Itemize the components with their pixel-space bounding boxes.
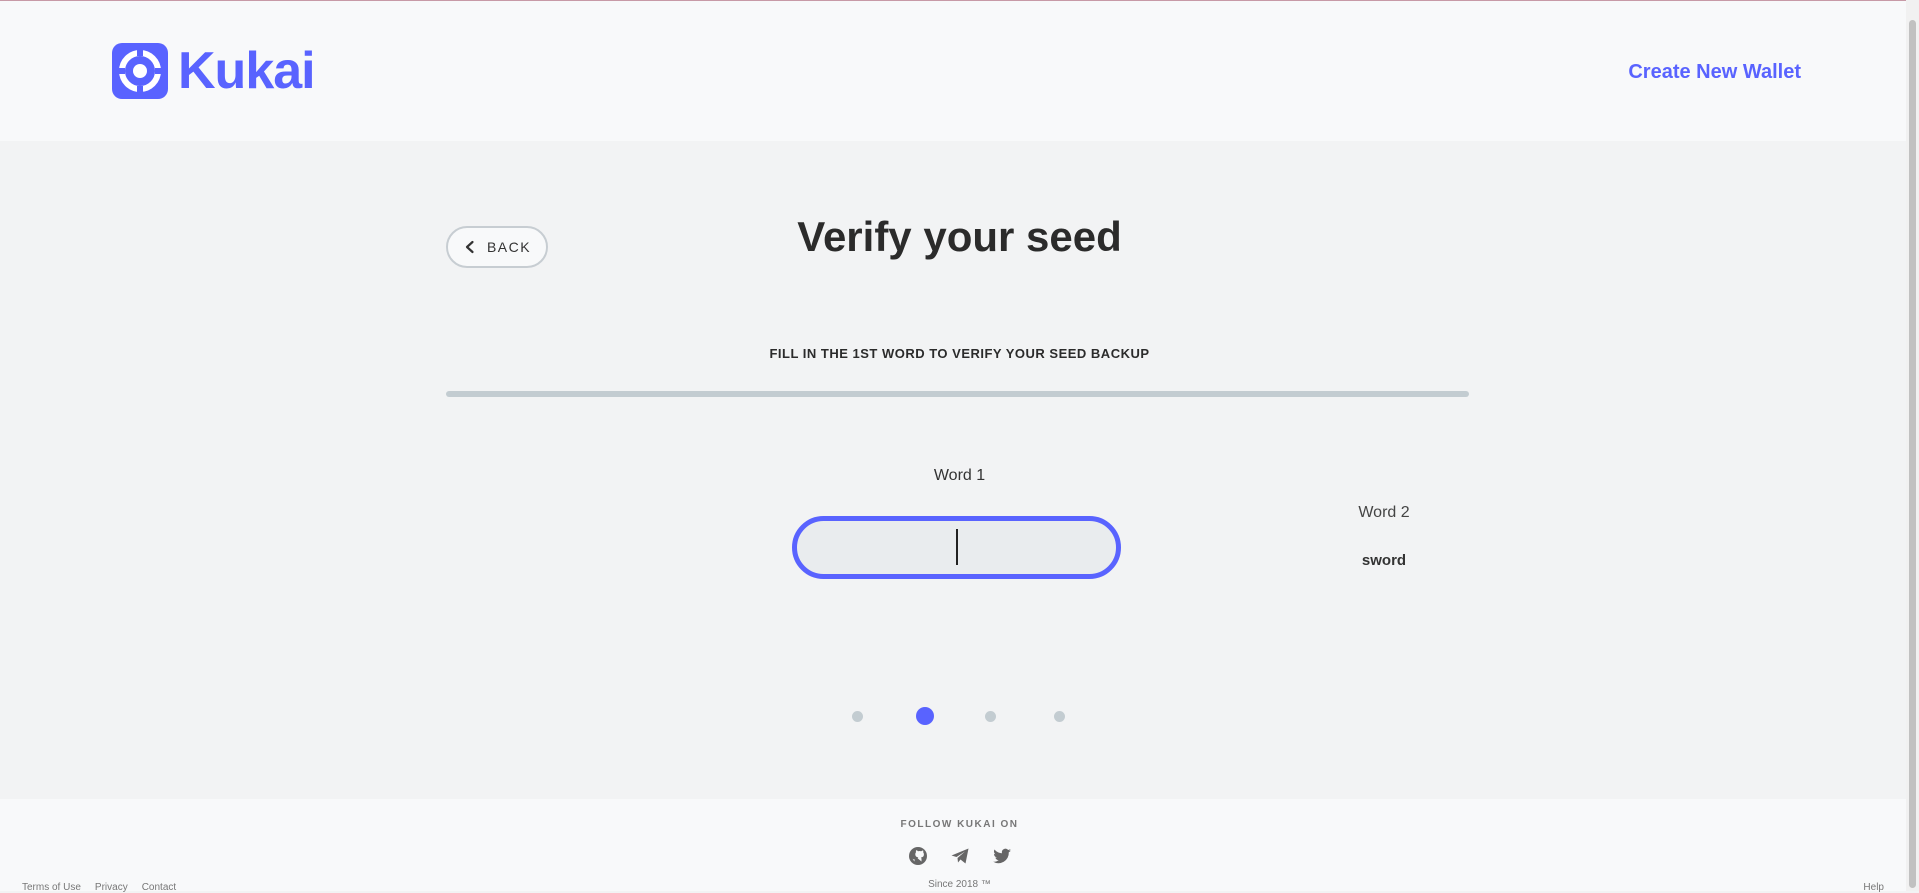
word-2-value: sword xyxy=(1361,552,1407,569)
scrollbar-thumb[interactable] xyxy=(1909,20,1916,888)
verification-progress-bar xyxy=(446,391,1469,397)
contact-link[interactable]: Contact xyxy=(142,882,176,893)
follow-label: FOLLOW KUKAI ON xyxy=(900,819,1019,830)
twitter-icon[interactable] xyxy=(992,846,1012,866)
github-icon[interactable] xyxy=(908,846,928,866)
logo-text: Kukai xyxy=(178,42,316,100)
vertical-scrollbar[interactable] xyxy=(1906,0,1919,891)
step-dot[interactable] xyxy=(916,707,934,725)
step-dot[interactable] xyxy=(984,711,996,722)
site-header: Kukai Create New Wallet xyxy=(0,1,1919,141)
word-1-label: Word 1 xyxy=(933,467,986,484)
site-footer: FOLLOW KUKAI ON Since 2018 ™ Terms of Us… xyxy=(0,799,1919,893)
telegram-icon[interactable] xyxy=(950,846,970,866)
help-link[interactable]: Help xyxy=(1863,882,1884,893)
kukai-logo-icon xyxy=(112,43,168,99)
instruction-text: FILL IN THE 1ST WORD TO VERIFY YOUR SEED… xyxy=(769,346,1150,361)
word-2-label: Word 2 xyxy=(1358,504,1410,521)
step-dot[interactable] xyxy=(851,711,863,722)
create-new-wallet-link[interactable]: Create New Wallet xyxy=(1628,61,1801,84)
step-dot[interactable] xyxy=(1053,711,1065,722)
kukai-logo[interactable]: Kukai xyxy=(112,42,316,100)
terms-of-use-link[interactable]: Terms of Use xyxy=(22,882,81,893)
page-title: Verify your seed xyxy=(797,213,1122,260)
text-caret xyxy=(956,529,958,565)
privacy-link[interactable]: Privacy xyxy=(95,882,128,893)
step-indicator xyxy=(0,706,1919,726)
social-links xyxy=(0,846,1919,866)
since-label: Since 2018 ™ xyxy=(928,879,991,890)
verify-seed-section: BACK Verify your seed FILL IN THE 1ST WO… xyxy=(0,141,1919,799)
legal-links: Terms of Use Privacy Contact xyxy=(22,882,176,893)
